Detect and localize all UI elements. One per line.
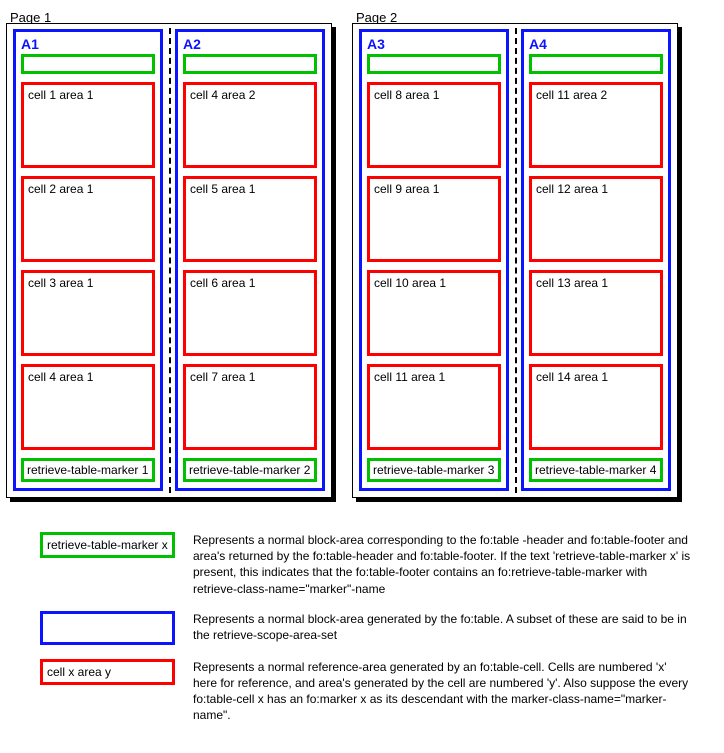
cell-box: cell 8 area 1 bbox=[367, 82, 501, 168]
cells-stack: cell 8 area 1 cell 9 area 1 cell 10 area… bbox=[367, 82, 501, 450]
page-shadow: A3 cell 8 area 1 cell 9 area 1 cell 10 a… bbox=[356, 27, 682, 502]
page-1-block: Page 1 A1 cell 1 area 1 cell 2 area 1 ce… bbox=[10, 10, 336, 502]
table-area-a4: A4 cell 11 area 2 cell 12 area 1 cell 13… bbox=[521, 29, 671, 491]
table-area-a3: A3 cell 8 area 1 cell 9 area 1 cell 10 a… bbox=[359, 29, 509, 491]
area-label: A3 bbox=[367, 36, 501, 52]
legend-text-red: Represents a normal reference-area gener… bbox=[193, 659, 693, 724]
cell-box: cell 3 area 1 bbox=[21, 270, 155, 356]
cell-box: cell 10 area 1 bbox=[367, 270, 501, 356]
area-label: A2 bbox=[183, 36, 317, 52]
page-inner: A3 cell 8 area 1 cell 9 area 1 cell 10 a… bbox=[352, 23, 678, 498]
column-a2: A2 cell 4 area 2 cell 5 area 1 cell 6 ar… bbox=[169, 24, 331, 497]
cell-box: cell 1 area 1 bbox=[21, 82, 155, 168]
cell-box: cell 9 area 1 bbox=[367, 176, 501, 262]
legend-text-green: Represents a normal block-area correspon… bbox=[193, 532, 693, 597]
legend: retrieve-table-marker x Represents a nor… bbox=[10, 532, 714, 724]
cell-box: cell 13 area 1 bbox=[529, 270, 663, 356]
cell-box: cell 11 area 1 bbox=[367, 364, 501, 450]
area-label: A4 bbox=[529, 36, 663, 52]
pages-row: Page 1 A1 cell 1 area 1 cell 2 area 1 ce… bbox=[10, 10, 714, 502]
table-header-box bbox=[21, 54, 155, 74]
cells-stack: cell 1 area 1 cell 2 area 1 cell 3 area … bbox=[21, 82, 155, 450]
page-shadow: A1 cell 1 area 1 cell 2 area 1 cell 3 ar… bbox=[10, 27, 336, 502]
column-a1: A1 cell 1 area 1 cell 2 area 1 cell 3 ar… bbox=[7, 24, 169, 497]
cell-box: cell 4 area 1 bbox=[21, 364, 155, 450]
table-footer-box: retrieve-table-marker 1 bbox=[21, 458, 155, 482]
cell-box: cell 7 area 1 bbox=[183, 364, 317, 450]
cell-box: cell 12 area 1 bbox=[529, 176, 663, 262]
table-header-box bbox=[529, 54, 663, 74]
area-label: A1 bbox=[21, 36, 155, 52]
table-area-a2: A2 cell 4 area 2 cell 5 area 1 cell 6 ar… bbox=[175, 29, 325, 491]
cell-box: cell 5 area 1 bbox=[183, 176, 317, 262]
legend-row-blue: Represents a normal block-area generated… bbox=[40, 611, 714, 645]
cell-box: cell 14 area 1 bbox=[529, 364, 663, 450]
cell-box: cell 2 area 1 bbox=[21, 176, 155, 262]
column-a3: A3 cell 8 area 1 cell 9 area 1 cell 10 a… bbox=[353, 24, 515, 497]
page-inner: A1 cell 1 area 1 cell 2 area 1 cell 3 ar… bbox=[6, 23, 332, 498]
legend-swatch-green: retrieve-table-marker x bbox=[40, 532, 175, 558]
cell-box: cell 11 area 2 bbox=[529, 82, 663, 168]
legend-row-green: retrieve-table-marker x Represents a nor… bbox=[40, 532, 714, 597]
column-a4: A4 cell 11 area 2 cell 12 area 1 cell 13… bbox=[515, 24, 677, 497]
legend-text-blue: Represents a normal block-area generated… bbox=[193, 611, 693, 643]
page-2-block: Page 2 A3 cell 8 area 1 cell 9 area 1 ce… bbox=[356, 10, 682, 502]
legend-swatch-blue bbox=[40, 611, 175, 645]
table-header-box bbox=[183, 54, 317, 74]
cells-stack: cell 4 area 2 cell 5 area 1 cell 6 area … bbox=[183, 82, 317, 450]
blue-swatch-box bbox=[40, 611, 175, 645]
legend-swatch-red: cell x area y bbox=[40, 659, 175, 685]
table-area-a1: A1 cell 1 area 1 cell 2 area 1 cell 3 ar… bbox=[13, 29, 163, 491]
cells-stack: cell 11 area 2 cell 12 area 1 cell 13 ar… bbox=[529, 82, 663, 450]
legend-row-red: cell x area y Represents a normal refere… bbox=[40, 659, 714, 724]
table-footer-box: retrieve-table-marker 4 bbox=[529, 458, 663, 482]
cell-box: cell 4 area 2 bbox=[183, 82, 317, 168]
table-footer-box: retrieve-table-marker 2 bbox=[183, 458, 317, 482]
red-swatch-box: cell x area y bbox=[40, 659, 175, 685]
table-header-box bbox=[367, 54, 501, 74]
green-swatch-box: retrieve-table-marker x bbox=[40, 532, 175, 558]
cell-box: cell 6 area 1 bbox=[183, 270, 317, 356]
table-footer-box: retrieve-table-marker 3 bbox=[367, 458, 501, 482]
